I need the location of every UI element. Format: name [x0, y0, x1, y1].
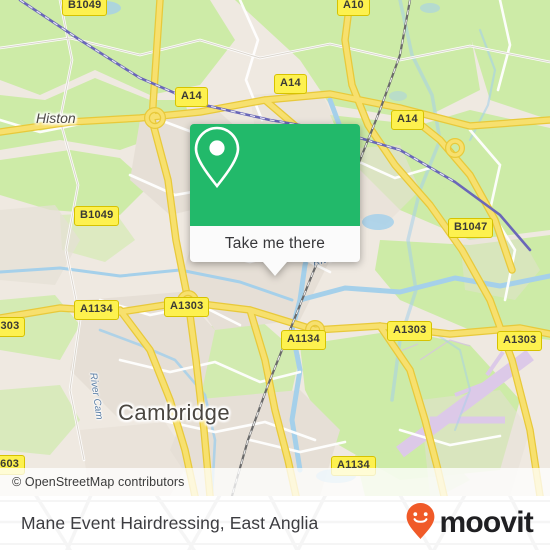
- road-shield-a1134-west: A1134: [74, 300, 119, 320]
- attribution-text: © OpenStreetMap contributors: [12, 475, 185, 489]
- road-shield-b1049: B1049: [74, 206, 120, 226]
- popup-tail-arrow: [263, 262, 287, 276]
- road-shield-b1049-top: B1049: [62, 0, 108, 16]
- footer-bar: Mane Event Hairdressing, East Anglia moo…: [0, 496, 550, 550]
- road-shield-a1303-edge: A1303: [0, 317, 26, 337]
- moovit-brand-logo[interactable]: moovit: [405, 496, 534, 550]
- road-shield-a1303-mid: A1303: [387, 321, 433, 341]
- road-shield-a14-west: A14: [175, 87, 208, 107]
- road-shield-a10: A10: [337, 0, 370, 16]
- map-attribution[interactable]: © OpenStreetMap contributors: [0, 468, 550, 496]
- page-title: Mane Event Hairdressing, East Anglia: [21, 512, 319, 533]
- popup-header: [190, 124, 360, 226]
- map-canvas[interactable]: Histon Cambridge River Cam River Cam B10…: [0, 0, 550, 496]
- road-shield-b1047: B1047: [448, 218, 494, 238]
- road-shield-a14-east: A14: [391, 110, 424, 130]
- location-popup[interactable]: Take me there: [190, 124, 360, 276]
- road-shield-a1134-mid: A1134: [281, 330, 326, 350]
- popup-action-row[interactable]: Take me there: [190, 226, 360, 276]
- map-place-label-histon: Histon: [36, 110, 76, 126]
- moovit-smiley-pin-icon: [405, 502, 436, 545]
- map-place-label-cambridge: Cambridge: [118, 400, 231, 425]
- moovit-wordmark: moovit: [439, 506, 533, 539]
- take-me-there-label: Take me there: [224, 235, 326, 252]
- road-shield-a14-mid: A14: [274, 74, 307, 94]
- road-shield-a1303-east: A1303: [497, 331, 543, 351]
- moovit-map-share-card: Histon Cambridge River Cam River Cam B10…: [0, 0, 550, 550]
- road-shield-a1303-west: A1303: [164, 297, 210, 317]
